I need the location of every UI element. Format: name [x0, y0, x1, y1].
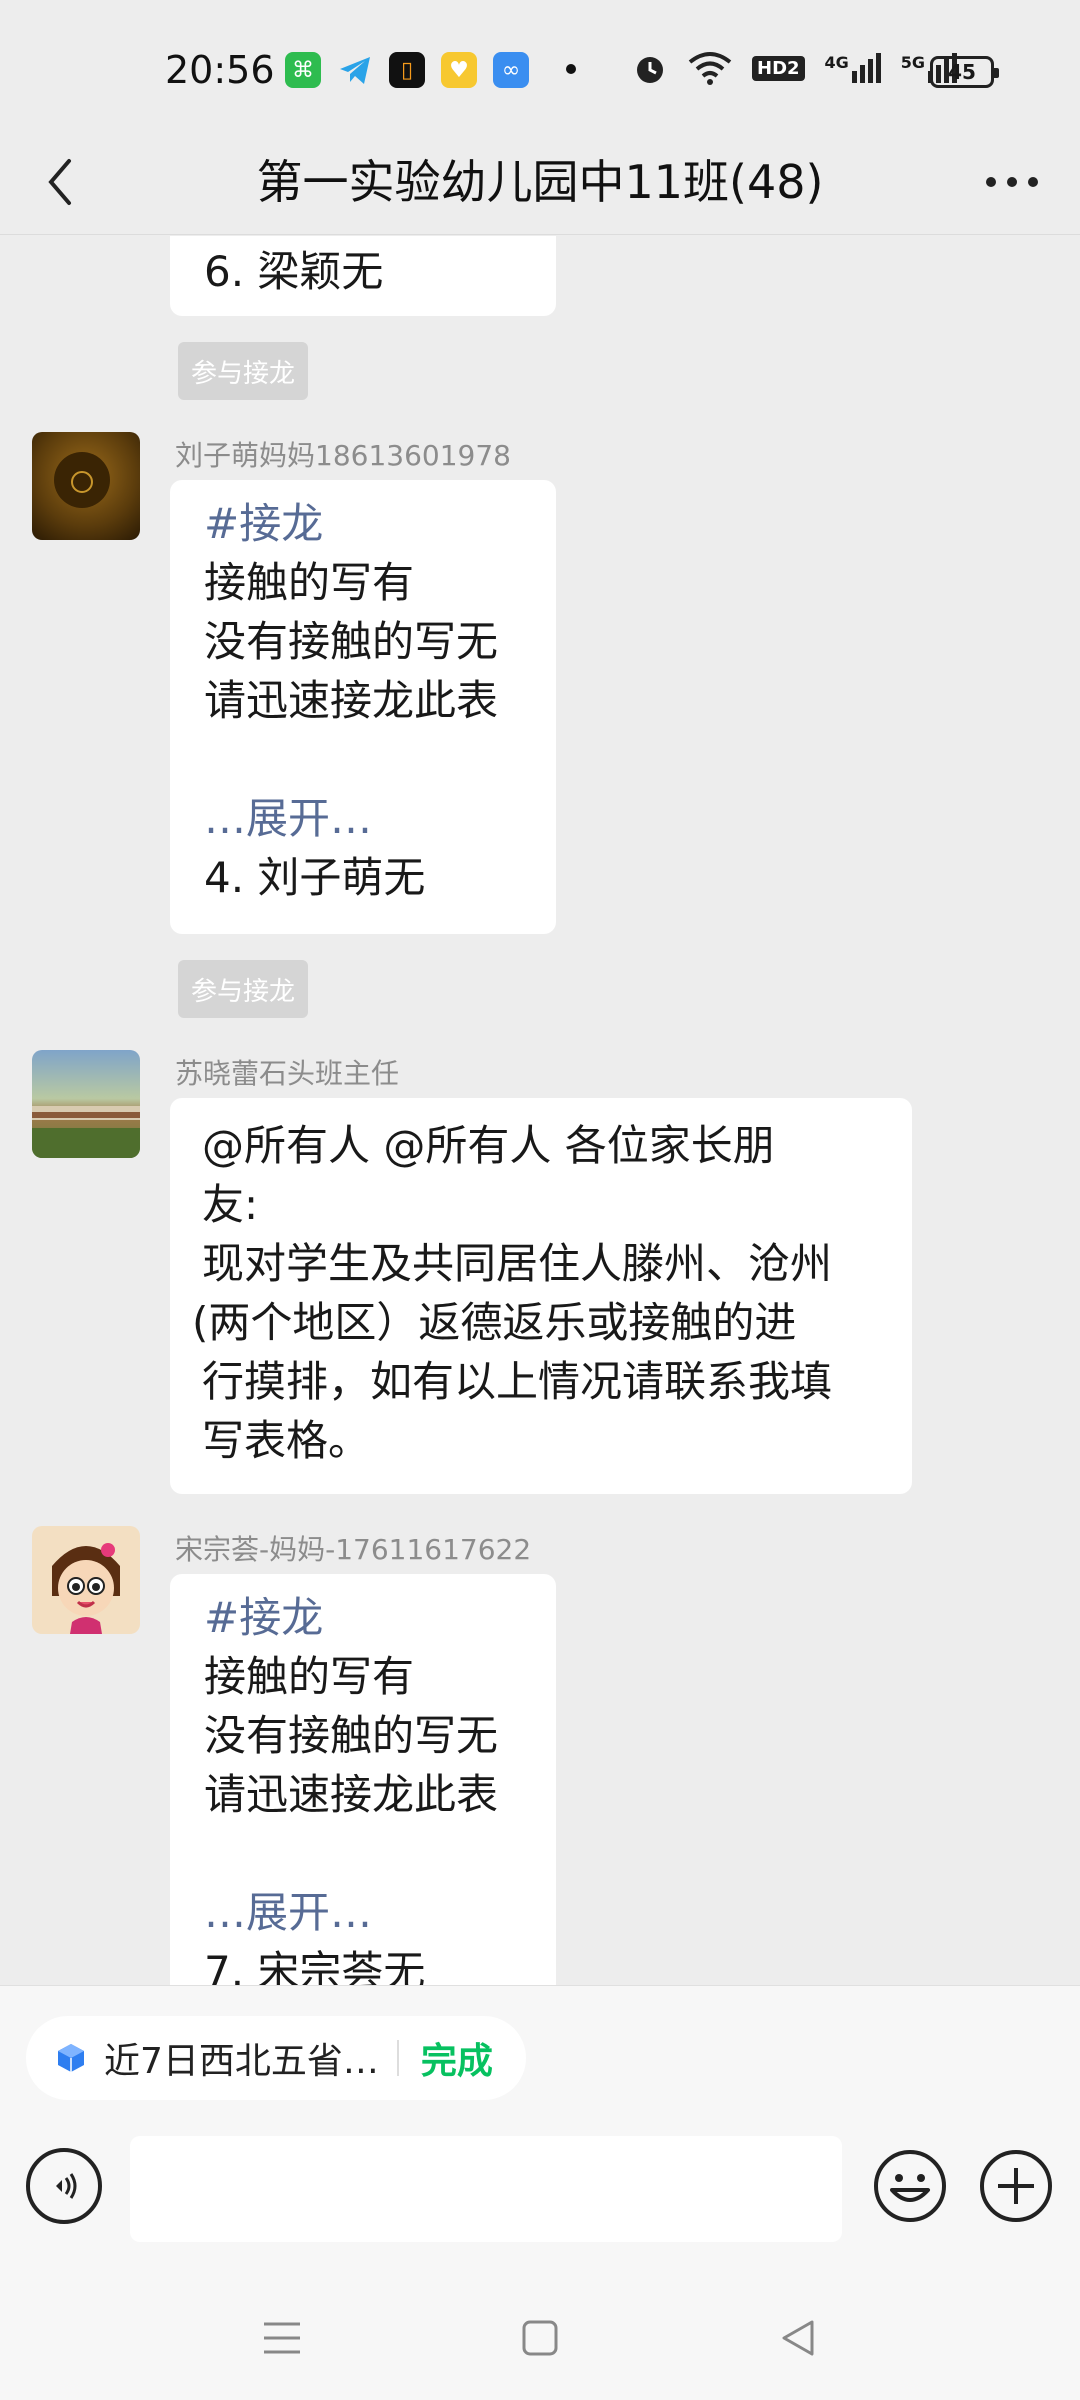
more-button[interactable] [972, 150, 1052, 214]
sender-name: 刘子萌妈妈18613601978 [175, 439, 511, 472]
message-line: @所有人 @所有人 各位家长朋 [202, 1121, 775, 1170]
message-line: 6. 梁颖无 [204, 247, 384, 296]
battery-icon: 45 [930, 56, 999, 88]
network-4g-label: 4G [824, 53, 849, 72]
telegram-icon [337, 52, 373, 88]
hashtag-link[interactable]: #接龙 [204, 1588, 522, 1647]
join-jielong-tag[interactable]: 参与接龙 [178, 342, 308, 400]
alarm-icon [637, 57, 663, 83]
expand-link[interactable]: …展开… [204, 789, 522, 848]
notification-dot-icon [566, 64, 576, 74]
expand-link[interactable]: …展开… [204, 1883, 522, 1942]
quote-divider [396, 2040, 399, 2076]
jielong-entry: 4. 刘子萌无 [204, 853, 426, 902]
message-bubble[interactable]: @所有人 @所有人 各位家长朋 友: 现对学生及共同居住人滕州、沧州 (两个地区… [170, 1098, 912, 1494]
status-time: 20:56 [165, 48, 275, 92]
hashtag-link[interactable]: #接龙 [204, 494, 522, 553]
app-blue-icon: ∞ [493, 52, 529, 88]
bottom-input-area: 近7日西北五省… 完成 [0, 1985, 1080, 2400]
wifi-icon [688, 52, 732, 85]
cube-icon [58, 2044, 84, 2072]
plus-icon [980, 2150, 1052, 2222]
back-triangle-icon [782, 2320, 814, 2356]
message-line: 写表格。 [202, 1416, 371, 1465]
voice-icon [56, 2173, 77, 2199]
input-row [0, 2136, 1080, 2256]
quote-chip[interactable]: 近7日西北五省… 完成 [26, 2016, 526, 2100]
nav-home-button[interactable] [510, 2308, 570, 2368]
message-line: 请迅速接龙此表 [204, 676, 499, 725]
plus-button[interactable] [978, 2148, 1054, 2224]
message-line: 接触的写有 [204, 1652, 415, 1701]
battery-level: 45 [948, 60, 976, 84]
chat-header: 第一实验幼儿园中11班(48) [0, 130, 1080, 235]
voice-button[interactable] [26, 2148, 102, 2224]
app-orange-icon: ▯ [389, 52, 425, 88]
quote-text: 近7日西北五省… [104, 2041, 379, 2082]
message-bubble[interactable]: #接龙 接触的写有 没有接触的写无 请迅速接龙此表 …展开… 7. 宋宗荟无 [170, 1574, 556, 1986]
message-line: 现对学生及共同居住人滕州、沧州 [202, 1239, 833, 1288]
sender-name: 宋宗荟-妈妈-17611617622 [175, 1533, 532, 1566]
message-line: (两个地区）返德返乐或接触的进 [192, 1298, 797, 1347]
emoji-button[interactable] [872, 2148, 948, 2224]
message-line: 行摸排，如有以上情况请联系我填 [202, 1357, 833, 1406]
jielong-entry: 7. 宋宗荟无 [204, 1947, 426, 1986]
nav-menu-button[interactable] [252, 2308, 312, 2368]
avatar[interactable] [32, 1050, 140, 1158]
message-line: 没有接触的写无 [204, 1711, 499, 1760]
more-dots-icon [986, 177, 1038, 187]
network-5g-label: 5G [900, 53, 926, 72]
system-nav-bar [0, 2286, 1080, 2396]
message-input[interactable] [130, 2136, 842, 2242]
sender-name: 苏晓蕾石头班主任 [175, 1057, 400, 1090]
message-line: 友: [202, 1180, 259, 1229]
system-icons: HD2 4G 5G [632, 50, 958, 86]
nav-back-button[interactable] [768, 2308, 828, 2368]
app-green-icon: ⌘ [285, 52, 321, 88]
message-line: 请迅速接龙此表 [204, 1770, 499, 1819]
message-line: 没有接触的写无 [204, 617, 499, 666]
message-bubble[interactable]: #接龙 接触的写有 没有接触的写无 请迅速接龙此表 …展开… 4. 刘子萌无 [170, 480, 556, 934]
avatar[interactable] [32, 432, 140, 540]
message-bubble[interactable]: 6. 梁颖无 [170, 236, 556, 316]
avatar[interactable] [32, 1526, 140, 1634]
chat-title: 第一实验幼儿园中11班(48) [256, 155, 824, 209]
message-line: 接触的写有 [204, 558, 415, 607]
join-jielong-tag[interactable]: 参与接龙 [178, 960, 308, 1018]
chat-area[interactable]: 6. 梁颖无 参与接龙 刘子萌妈妈18613601978 #接龙 接触的写有 没… [0, 236, 1080, 1986]
home-square-icon [522, 2320, 558, 2356]
menu-icon [264, 2322, 300, 2354]
quote-done-button[interactable]: 完成 [421, 2032, 493, 2084]
hd-badge: HD2 [752, 55, 805, 81]
signal-4g-icon: 4G [825, 53, 881, 83]
emoji-icon [874, 2150, 946, 2222]
app-yellow-icon: ♥ [441, 52, 477, 88]
notification-app-icons: ⌘ ▯ ♥ ∞ [285, 52, 529, 88]
status-bar: 20:56 ⌘ ▯ ♥ ∞ HD2 4G 5G 45 [0, 0, 1080, 140]
